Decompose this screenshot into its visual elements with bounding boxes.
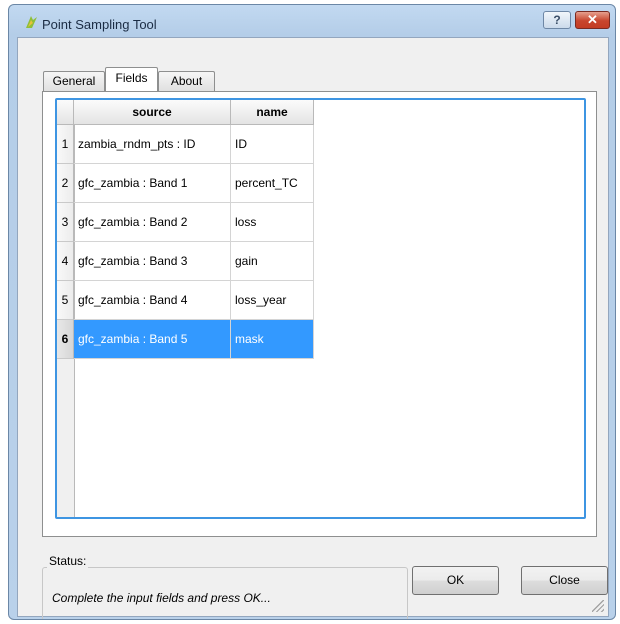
cell-name[interactable]: gain [231,242,314,281]
cell-source[interactable]: gfc_zambia : Band 3 [74,242,231,281]
dialog-client-area: General Fields About source name 1 zambi… [17,37,609,619]
column-header-source[interactable]: source [74,100,231,125]
cell-name[interactable]: ID [231,125,314,164]
row-header[interactable]: 2 [57,164,74,203]
status-label: Status: [47,554,89,568]
dialog-window: Point Sampling Tool ? ✕ General Fields A… [8,4,616,620]
cell-name[interactable]: percent_TC [231,164,314,203]
table-corner-button[interactable] [57,100,74,125]
cell-name[interactable]: loss_year [231,281,314,320]
row-header[interactable]: 3 [57,203,74,242]
help-button[interactable]: ? [543,11,571,29]
fields-tab-panel: source name 1 zambia_rndm_pts : ID ID 2 … [42,91,597,537]
status-message: Complete the input fields and press OK..… [52,591,271,605]
tab-general[interactable]: General [43,71,105,91]
cell-name[interactable]: loss [231,203,314,242]
cell-source[interactable]: gfc_zambia : Band 2 [74,203,231,242]
window-close-button[interactable]: ✕ [575,11,610,29]
row-header[interactable]: 6 [57,320,74,359]
ok-button[interactable]: OK [412,566,499,595]
tab-fields[interactable]: Fields [105,67,158,91]
cell-name[interactable]: mask [231,320,314,359]
cell-source[interactable]: gfc_zambia : Band 1 [74,164,231,203]
row-header[interactable]: 5 [57,281,74,320]
close-button[interactable]: Close [521,566,608,595]
title-bar[interactable]: Point Sampling Tool ? ✕ [9,5,615,33]
resize-grip[interactable] [592,600,604,612]
fields-table[interactable]: source name 1 zambia_rndm_pts : ID ID 2 … [55,98,586,519]
cell-source[interactable]: gfc_zambia : Band 4 [74,281,231,320]
window-title: Point Sampling Tool [42,17,157,32]
column-header-name[interactable]: name [231,100,314,125]
cell-source[interactable]: gfc_zambia : Band 5 [74,320,231,359]
qgis-app-icon [23,14,39,30]
row-header[interactable]: 4 [57,242,74,281]
tab-about[interactable]: About [158,71,215,91]
cell-source[interactable]: zambia_rndm_pts : ID [74,125,231,164]
row-header[interactable]: 1 [57,125,74,164]
